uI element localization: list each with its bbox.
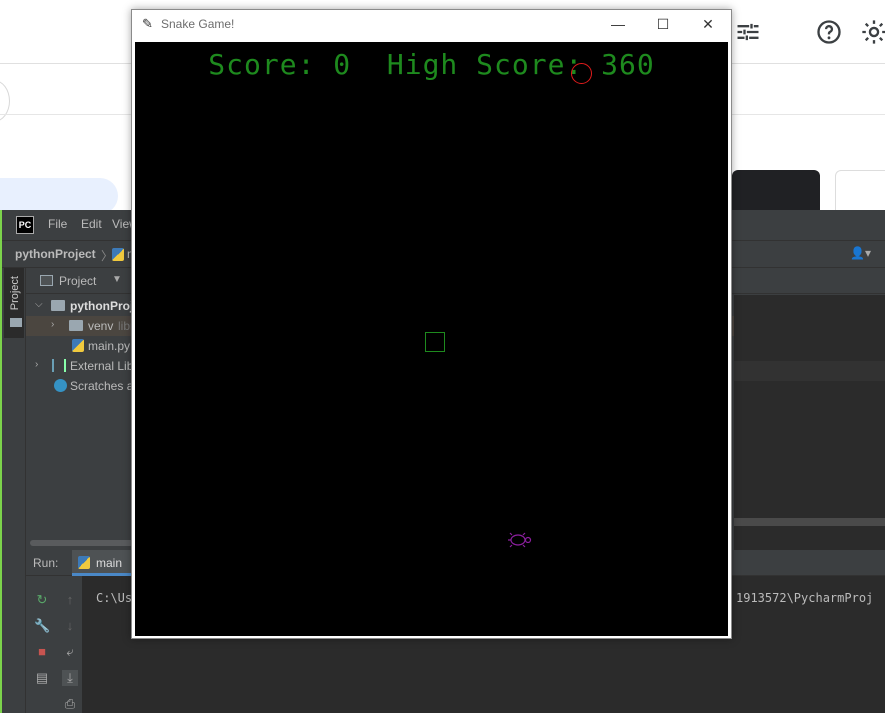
console-output-left: C:\Us — [96, 591, 133, 605]
snake-game-window: ✎ Snake Game! — ☐ ✕ Score: 0 High Score:… — [131, 9, 732, 639]
print-icon[interactable]: ⎙ — [62, 696, 78, 712]
scratch-icon — [54, 379, 67, 392]
snake-titlebar[interactable]: ✎ Snake Game! — ☐ ✕ — [132, 10, 731, 39]
tree-label: Scratches an — [70, 379, 141, 393]
rerun-icon[interactable]: ↻ — [34, 592, 50, 608]
snake-head — [425, 332, 445, 352]
menu-edit[interactable]: Edit — [81, 217, 102, 231]
arrow-up-icon[interactable]: ↑ — [62, 592, 78, 608]
python-file-icon — [72, 339, 84, 352]
python-file-icon — [78, 556, 90, 569]
console-output-right: 1913572\PycharmProj — [736, 591, 874, 605]
library-icon — [52, 359, 66, 372]
maximize-button[interactable]: ☐ — [640, 10, 686, 39]
layout-icon[interactable]: ▤ — [34, 670, 50, 686]
folder-icon — [69, 320, 83, 331]
light-card[interactable] — [835, 170, 885, 212]
project-view-icon — [40, 275, 53, 286]
chevron-down-icon[interactable]: ⌵ — [35, 299, 43, 310]
scroll-to-end-icon[interactable]: ⤓ — [62, 670, 78, 686]
python-file-icon — [112, 248, 124, 261]
minimize-button[interactable]: — — [595, 10, 641, 39]
project-side-tab-label: Project — [9, 276, 21, 311]
dark-card[interactable] — [732, 170, 820, 212]
tree-label: main.py — [88, 339, 131, 353]
food-circle — [571, 63, 592, 84]
chevron-right-icon[interactable]: › — [51, 319, 54, 330]
tune-icon[interactable] — [734, 18, 762, 46]
gear-icon[interactable] — [860, 18, 885, 46]
run-toolbar: ↻ ↑ 🔧 ↓ ■ ⤶ ▤ ⤓ ⎙ — [26, 576, 82, 713]
menu-file[interactable]: File — [48, 217, 67, 231]
page-round-button[interactable] — [0, 80, 10, 122]
tree-label: pythonProje — [70, 299, 141, 313]
score-display: Score: 0 High Score: 360 — [208, 48, 655, 81]
project-panel-title[interactable]: Project — [59, 274, 96, 288]
wrench-icon[interactable]: 🔧 — [34, 618, 50, 634]
folder-icon — [51, 300, 65, 311]
editor-scrollbar[interactable] — [734, 518, 885, 526]
stop-icon[interactable]: ■ — [34, 644, 50, 660]
tool-window-strip: Project — [2, 268, 26, 713]
code-editor[interactable] — [734, 295, 885, 550]
project-scrollbar[interactable] — [30, 540, 134, 546]
tree-label: venv — [88, 319, 114, 333]
window-title: Snake Game! — [161, 17, 235, 31]
run-tab-label: main — [96, 556, 123, 570]
run-label: Run: — [33, 556, 59, 570]
game-canvas[interactable]: Score: 0 High Score: 360 — [135, 42, 728, 636]
current-line-highlight — [734, 361, 885, 381]
project-side-tab[interactable]: Project — [4, 268, 24, 338]
pycharm-logo-icon: PC — [16, 216, 34, 234]
turtle-cursor-icon — [506, 530, 534, 550]
tree-label: External Libr — [70, 359, 138, 373]
nav-pill[interactable] — [0, 178, 118, 214]
soft-wrap-icon[interactable]: ⤶ — [62, 644, 78, 660]
user-icon[interactable]: 👤▾ — [850, 246, 878, 262]
breadcrumb-project[interactable]: pythonProject — [15, 247, 96, 261]
folder-icon — [10, 318, 22, 327]
feather-icon: ✎ — [142, 16, 153, 31]
close-button[interactable]: ✕ — [685, 10, 731, 39]
arrow-down-icon[interactable]: ↓ — [62, 618, 78, 634]
chevron-right-icon[interactable]: › — [35, 359, 38, 370]
chevron-down-icon[interactable]: ▼ — [112, 274, 122, 285]
help-icon[interactable] — [815, 18, 843, 46]
